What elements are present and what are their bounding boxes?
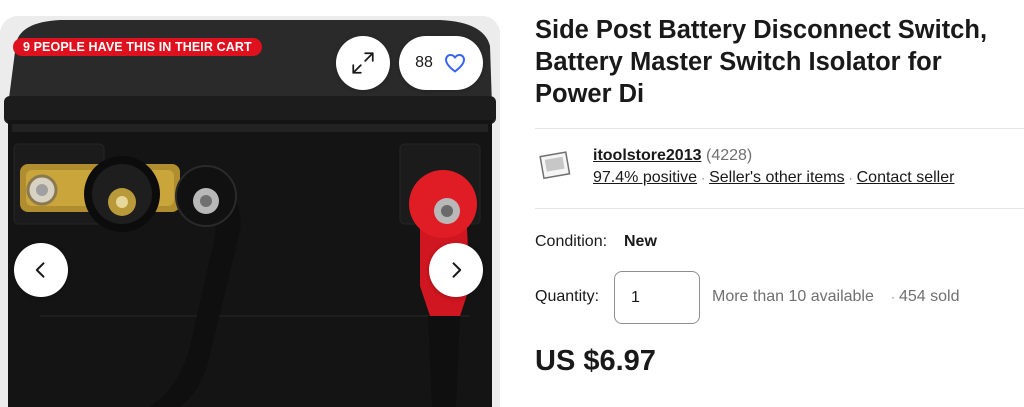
separator-dot: · <box>891 290 895 304</box>
seller-name-link[interactable]: itoolstore2013 <box>593 147 701 165</box>
divider <box>535 208 1024 209</box>
seller-other-items-link[interactable]: Seller's other items <box>709 169 845 186</box>
seller-positive-feedback-link[interactable]: 97.4% positive <box>593 169 697 186</box>
seller-links: 97.4% positive · Seller's other items · Cont… <box>593 169 954 187</box>
expand-image-button[interactable] <box>336 36 390 90</box>
sold-count: · 454 sold <box>887 288 960 306</box>
chevron-left-icon <box>35 262 45 278</box>
watch-count: 88 <box>415 54 433 71</box>
chevron-right-icon <box>452 262 462 278</box>
image-gallery[interactable]: 9 PEOPLE HAVE THIS IN THEIR CART 88 <box>0 16 500 407</box>
next-image-button[interactable] <box>429 243 483 297</box>
quantity-input[interactable] <box>614 271 700 324</box>
photo-placeholder-icon <box>539 151 571 180</box>
seller-feedback-count: (4228) <box>706 147 753 164</box>
condition-value: New <box>624 233 657 250</box>
separator-dot: · <box>701 171 706 185</box>
price: US $6.97 <box>535 345 656 377</box>
quantity-available: More than 10 available <box>712 288 874 305</box>
previous-image-button[interactable] <box>14 243 68 297</box>
watch-button[interactable]: 88 <box>399 36 483 90</box>
sold-count-text: 454 sold <box>899 288 960 305</box>
cart-count-badge: 9 PEOPLE HAVE THIS IN THEIR CART <box>13 38 262 56</box>
separator-dot: · <box>848 171 853 185</box>
listing-title: Side Post Battery Disconnect Switch, Bat… <box>535 16 988 108</box>
quantity-label: Quantity: <box>535 288 600 305</box>
expand-arrows-icon <box>352 52 374 74</box>
contact-seller-link[interactable]: Contact seller <box>857 169 955 186</box>
condition-label: Condition: <box>535 233 608 250</box>
seller-avatar[interactable] <box>538 148 574 184</box>
heart-outline-icon <box>444 54 465 73</box>
divider <box>535 128 1024 129</box>
